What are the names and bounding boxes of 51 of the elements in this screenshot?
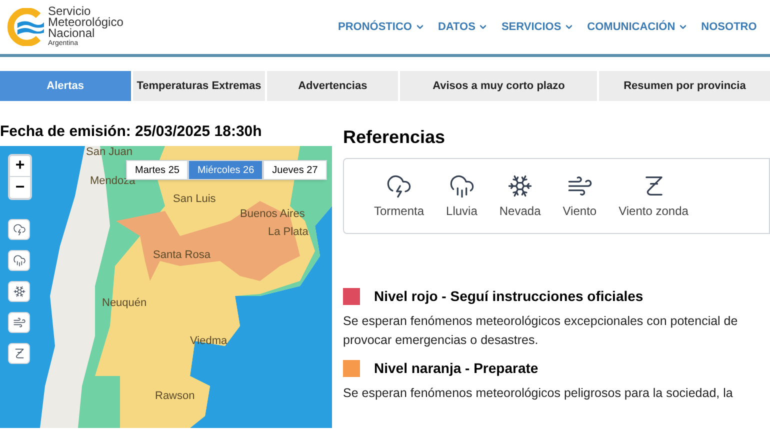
zoom-in-button[interactable]: + [10,156,30,177]
layer-button[interactable] [8,312,30,333]
city-label: Rawson [155,391,195,402]
section-tab[interactable]: Temperaturas Extremas [132,71,266,101]
layer-button[interactable] [8,281,30,302]
section-tab[interactable]: Avisos a muy corto plazo [400,71,598,101]
snowflake-icon [12,285,26,298]
caret-icon [678,22,688,32]
section-tab[interactable]: Advertencias [267,71,398,101]
references-title: Referencias [343,126,446,148]
reference-label: Nevada [499,202,541,220]
layer-button[interactable] [8,250,30,271]
zonda-z-icon [12,347,26,360]
level-description: Se esperan fenómenos meteorológicos excepcionales con potencial de provocar emergencias o desastres. [343,313,739,349]
nav-link[interactable]: COMUNICACIÓN [587,18,688,36]
layer-button[interactable] [8,219,30,240]
reference-label: Lluvia [446,202,478,220]
section-tab[interactable]: Resumen por provincia [599,71,770,101]
caret-icon [478,22,488,32]
city-label: Viedma [190,336,228,347]
logo-icon [6,8,44,46]
city-label: Santa Rosa [153,250,210,261]
issue-date: Fecha de emisión: 25/03/2025 18:30h [0,123,263,141]
nav-link[interactable]: PRONÓSTICO [338,18,425,36]
city-label: La Plata [268,227,308,238]
logo-text: Servicio [48,6,91,17]
rain-cloud-icon [12,254,26,267]
reference-label: Tormenta [374,202,424,220]
logo-text: Nacional [48,28,95,39]
rain-cloud-icon [448,172,475,198]
level-description: Se esperan fenómenos meteorológicos peligrosos para la sociedad, la [343,385,734,402]
day-tab[interactable]: Miércoles 26 [188,160,264,180]
nav-link[interactable]: NOSOTRO [701,18,757,36]
wind-icon [12,316,26,329]
day-tab[interactable]: Jueves 27 [263,160,327,180]
level-title: Nivel naranja - Preparate [374,359,538,378]
nav-link[interactable]: DATOS [438,18,488,36]
caret-icon [564,22,574,32]
level-title: Nivel rojo - Seguí instrucciones oficiales [374,287,644,306]
snowflake-icon [507,172,534,198]
zoom-out-button[interactable]: − [10,177,30,198]
reference-label: Viento zonda [618,202,688,220]
city-label: San Luis [173,194,216,205]
reference-label: Viento [562,202,597,220]
nav-link[interactable]: SERVICIOS [501,18,574,36]
storm-cloud-icon [386,172,412,198]
day-tab[interactable]: Martes 25 [126,160,188,180]
caret-icon [414,22,425,32]
layer-button[interactable] [8,343,30,364]
logo-text: Meteorológico [48,17,124,28]
storm-cloud-icon [12,223,26,236]
